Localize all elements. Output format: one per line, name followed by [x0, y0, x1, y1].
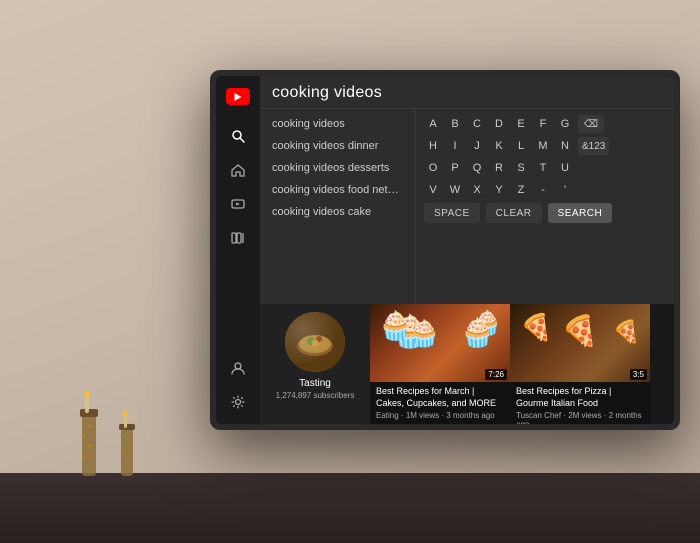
- key-N[interactable]: N: [556, 137, 574, 155]
- video-time-cupcakes: 3 months ago: [446, 411, 494, 420]
- clear-button[interactable]: CLEAR: [486, 203, 542, 223]
- sidebar-item-library[interactable]: [220, 222, 256, 254]
- tv-screen: cooking videos cooking videos cooking vi…: [216, 76, 674, 424]
- video-info-pizza: Best Recipes for Pizza | Gourme Italian …: [510, 382, 650, 424]
- video-duration-1: 3:5: [630, 369, 647, 380]
- sidebar-item-home[interactable]: [220, 154, 256, 186]
- suggestion-item-0[interactable]: cooking videos: [260, 113, 415, 135]
- key-O[interactable]: O: [424, 159, 442, 177]
- channel-thumbnail: [285, 312, 345, 372]
- key-A[interactable]: A: [424, 115, 442, 133]
- key-M[interactable]: M: [534, 137, 552, 155]
- key-E[interactable]: E: [512, 115, 530, 133]
- sidebar-item-settings[interactable]: [220, 386, 256, 418]
- key-W[interactable]: W: [446, 181, 464, 199]
- video-card-cupcakes[interactable]: 🧁 🧁 🧁 7:26 Best Recipes for March | Cake…: [370, 304, 510, 424]
- candle-left-decor: [72, 391, 107, 481]
- key-V[interactable]: V: [424, 181, 442, 199]
- key-R[interactable]: R: [490, 159, 508, 177]
- suggestion-item-3[interactable]: cooking videos food network: [260, 179, 415, 201]
- key-U[interactable]: U: [556, 159, 574, 177]
- key-dash[interactable]: -: [534, 181, 552, 199]
- video-channel-cupcakes: Eating: [376, 411, 399, 420]
- videos-row: Tasting 1,274,897 subscribers 🧁 🧁 🧁 7:26…: [260, 304, 674, 424]
- space-button[interactable]: SPACE: [424, 203, 480, 223]
- keyboard-row-1: A B C D E F G ⌫: [424, 115, 666, 133]
- suggestion-item-4[interactable]: cooking videos cake: [260, 201, 415, 223]
- key-Z[interactable]: Z: [512, 181, 530, 199]
- sidebar-item-search[interactable]: [220, 120, 256, 152]
- main-content: cooking videos cooking videos cooking vi…: [260, 76, 674, 424]
- key-G[interactable]: G: [556, 115, 574, 133]
- youtube-logo-icon: [226, 88, 250, 105]
- content-row: cooking videos cooking videos dinner coo…: [260, 109, 674, 304]
- keyboard-row-4: V W X Y Z - ': [424, 181, 666, 199]
- key-Y[interactable]: Y: [490, 181, 508, 199]
- keyboard-row-3: O P Q R S T U: [424, 159, 666, 177]
- channel-subs-text: 1,274,897 subscribers: [276, 391, 355, 400]
- sidebar-item-account[interactable]: [220, 352, 256, 384]
- key-L[interactable]: L: [512, 137, 530, 155]
- cupcakes-thumbnail: 🧁 🧁 🧁 7:26: [370, 304, 510, 382]
- key-B[interactable]: B: [446, 115, 464, 133]
- search-button[interactable]: SEARCH: [548, 203, 613, 223]
- suggestion-item-1[interactable]: cooking videos dinner: [260, 135, 415, 157]
- candle-right-decor: [115, 411, 140, 481]
- key-I[interactable]: I: [446, 137, 464, 155]
- key-C[interactable]: C: [468, 115, 486, 133]
- video-duration-0: 7:26: [485, 369, 507, 380]
- key-F[interactable]: F: [534, 115, 552, 133]
- pizza-thumbnail: 🍕 🍕 3:5: [510, 304, 650, 382]
- tv-frame: cooking videos cooking videos cooking vi…: [210, 70, 680, 430]
- channel-card[interactable]: Tasting 1,274,897 subscribers: [260, 304, 370, 424]
- video-views-pizza: 2M views: [568, 411, 601, 420]
- search-bar: cooking videos: [272, 84, 662, 102]
- key-H[interactable]: H: [424, 137, 442, 155]
- video-meta-cupcakes: Eating · 1M views · 3 months ago: [376, 411, 504, 420]
- video-title-cupcakes: Best Recipes for March | Cakes, Cupcakes…: [376, 386, 504, 409]
- video-views-cupcakes-text: 1M views: [406, 411, 439, 420]
- suggestions-panel: cooking videos cooking videos dinner coo…: [260, 109, 415, 304]
- video-info-cupcakes: Best Recipes for March | Cakes, Cupcakes…: [370, 382, 510, 424]
- suggestion-item-2[interactable]: cooking videos desserts: [260, 157, 415, 179]
- search-area: cooking videos: [260, 76, 674, 109]
- keyboard-row-2: H I J K L M N &123: [424, 137, 666, 155]
- key-D[interactable]: D: [490, 115, 508, 133]
- key-apostrophe[interactable]: ': [556, 181, 574, 199]
- sidebar: [216, 76, 260, 424]
- video-channel-pizza: Tuscan Chef: [516, 411, 561, 420]
- channel-thumb-image: [285, 312, 345, 372]
- video-title-pizza: Best Recipes for Pizza | Gourme Italian …: [516, 386, 644, 409]
- key-K[interactable]: K: [490, 137, 508, 155]
- video-card-pizza[interactable]: 🍕 🍕 3:5 Best Recipes for Pizza | Gourme …: [510, 304, 650, 424]
- video-meta-pizza: Tuscan Chef · 2M views · 2 months ago: [516, 411, 644, 424]
- key-T[interactable]: T: [534, 159, 552, 177]
- key-J[interactable]: J: [468, 137, 486, 155]
- sidebar-item-subscriptions[interactable]: [220, 188, 256, 220]
- keyboard-panel: A B C D E F G ⌫ H I J K: [415, 109, 674, 304]
- key-backspace[interactable]: ⌫: [578, 115, 604, 133]
- key-Q[interactable]: Q: [468, 159, 486, 177]
- table-surface: [0, 473, 700, 543]
- channel-name-text: Tasting: [299, 378, 331, 389]
- search-query-text: cooking videos: [272, 84, 382, 102]
- action-row: SPACE CLEAR SEARCH: [424, 203, 666, 223]
- key-S[interactable]: S: [512, 159, 530, 177]
- key-special-123[interactable]: &123: [578, 137, 609, 155]
- key-P[interactable]: P: [446, 159, 464, 177]
- key-X[interactable]: X: [468, 181, 486, 199]
